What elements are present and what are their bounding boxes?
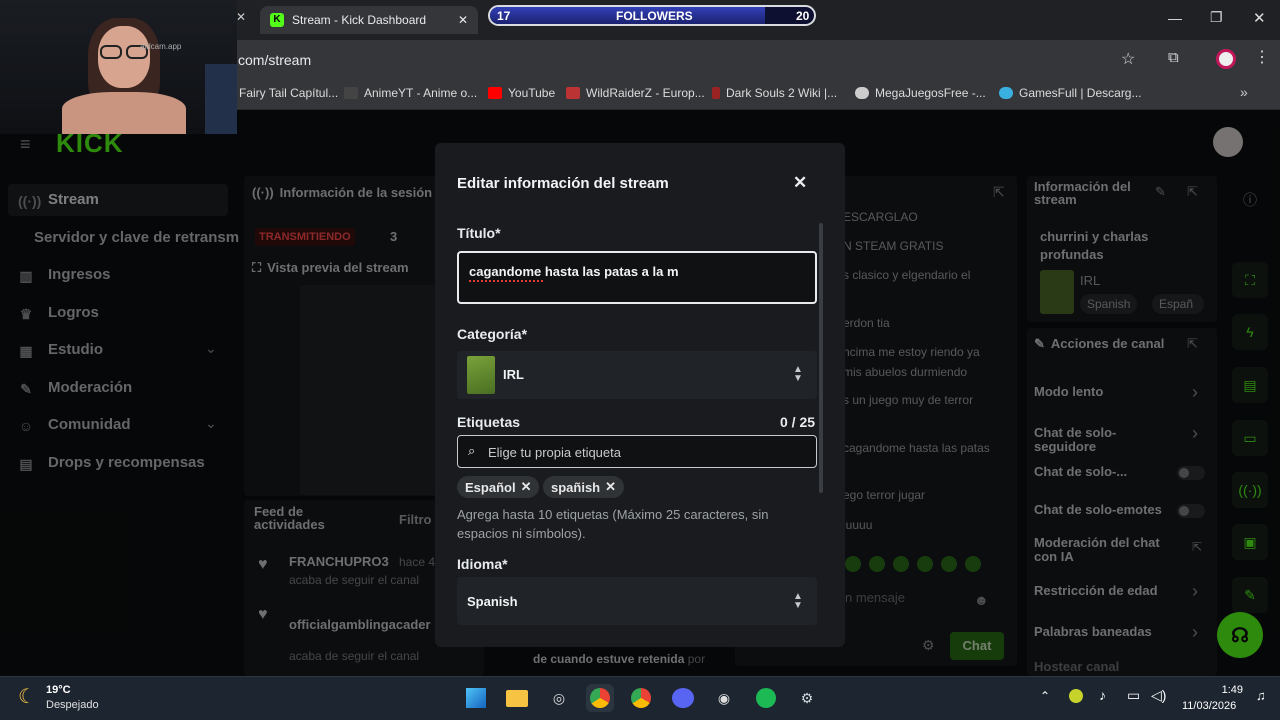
webcam-shoulders [62, 92, 186, 134]
bookmark-favicon-icon [712, 87, 720, 99]
tags-label: Etiquetas [457, 414, 521, 430]
category-value: IRL [503, 367, 524, 382]
volume-icon[interactable]: ◁) [1151, 687, 1166, 704]
weather-temp[interactable]: 19°C [46, 684, 71, 696]
app-icon[interactable]: ◎ [545, 684, 573, 712]
edit-stream-modal: Editar información del stream ✕ Título* … [435, 143, 845, 647]
profile-avatar[interactable] [1216, 49, 1236, 69]
bookmark-item[interactable]: YouTube [488, 86, 555, 100]
bookmark-item[interactable]: AnimeYT - Anime o... [344, 86, 477, 100]
tags-help-text: Agrega hasta 10 etiquetas (Máximo 25 car… [457, 507, 769, 541]
title-label: Título* [457, 225, 501, 241]
webcam-overlay: aidcam.app [0, 0, 237, 134]
chrome-active-icon[interactable] [586, 684, 614, 712]
windows-start-icon[interactable] [462, 684, 490, 712]
tab-title: Stream - Kick Dashboard [292, 13, 427, 27]
network-icon[interactable]: ▭ [1127, 687, 1140, 704]
prev-tab-close-icon[interactable]: ✕ [236, 10, 246, 24]
gamepad-icon [999, 87, 1013, 99]
followers-goal: 20 [796, 9, 810, 23]
tags-input[interactable]: ⌕ Elige tu propia etiqueta [457, 435, 817, 468]
webcam-watermark: aidcam.app [140, 42, 182, 51]
language-select[interactable]: Spanish ▲ ▼ [457, 577, 817, 625]
title-input[interactable]: cagandome hasta las patas a la m [457, 251, 817, 304]
window-close-icon[interactable]: ✕ [1253, 9, 1266, 27]
category-select[interactable]: IRL ▲ ▼ [457, 351, 817, 399]
tab-close-icon[interactable]: ✕ [458, 13, 468, 27]
spellcheck-underline [469, 280, 543, 282]
tags-placeholder: Elige tu propia etiqueta [488, 445, 621, 460]
select-arrows-icon: ▲ ▼ [793, 364, 803, 384]
notifications-icon[interactable]: ♫ [1256, 688, 1266, 703]
microphone-icon[interactable]: ♪ [1099, 687, 1106, 703]
steam-icon[interactable]: ⚙ [793, 684, 821, 712]
chrome-icon[interactable] [627, 684, 655, 712]
language-value: Spanish [467, 594, 518, 609]
search-icon: ⌕ [468, 443, 476, 458]
browser-menu-icon[interactable]: ⋮ [1254, 47, 1270, 67]
extensions-icon[interactable]: ⧉ [1168, 49, 1179, 66]
clock-time[interactable]: 1:49 [1203, 684, 1243, 696]
webcam-background-light [205, 64, 237, 134]
bookmark-item[interactable]: MegaJuegosFree -... [855, 86, 986, 100]
more-bookmarks-icon[interactable]: » [1240, 84, 1248, 100]
select-arrows-icon: ▲ ▼ [793, 591, 803, 611]
bookmark-item[interactable]: Dark Souls 2 Wiki |... [712, 86, 837, 100]
tag-chip-espanol: Español ✕ [457, 476, 540, 498]
app-icon[interactable]: ◉ [710, 684, 738, 712]
bookmark-item[interactable]: Fairy Tail Capítul... [239, 86, 338, 100]
youtube-icon [488, 87, 502, 99]
clock-date[interactable]: 11/03/2026 [1182, 700, 1236, 712]
followers-current: 17 [497, 9, 511, 23]
bookmark-favicon-icon [344, 87, 358, 99]
title-input-value: cagandome hasta las patas a la m [469, 264, 679, 279]
address-input[interactable]: com/stream [238, 52, 311, 68]
bookmark-favicon-icon [566, 87, 580, 99]
bookmark-item[interactable]: WildRaiderZ - Europ... [566, 86, 705, 100]
tray-overflow-icon[interactable]: ⌃ [1040, 689, 1050, 703]
gamepad-icon [855, 87, 869, 99]
tags-count: 0 / 25 [780, 414, 816, 430]
spotify-icon[interactable] [752, 684, 780, 712]
bookmark-star-icon[interactable]: ☆ [1121, 49, 1135, 69]
file-explorer-icon[interactable] [503, 684, 531, 712]
kick-favicon-icon: K [270, 13, 284, 27]
bookmark-item[interactable]: GamesFull | Descarg... [999, 86, 1141, 100]
tag-chip-spanish: spañish ✕ [543, 476, 625, 498]
followers-label: FOLLOWERS [616, 9, 693, 23]
weather-desc[interactable]: Despejado [46, 699, 99, 711]
remove-tag-icon[interactable]: ✕ [605, 479, 616, 495]
category-image [467, 356, 495, 394]
modal-scrollbar[interactable] [819, 223, 823, 493]
webcam-glasses [100, 45, 122, 59]
minimize-icon[interactable]: — [1168, 10, 1182, 26]
discord-icon[interactable] [669, 684, 697, 712]
modal-title: Editar información del stream [457, 175, 669, 192]
language-label: Idioma* [457, 556, 508, 572]
moon-icon: ☾ [18, 686, 36, 708]
category-label: Categoría* [457, 326, 528, 342]
followers-widget: 17 FOLLOWERS 20 [488, 5, 816, 26]
tray-app-icon[interactable] [1069, 689, 1083, 703]
maximize-icon[interactable]: ❐ [1210, 9, 1223, 26]
modal-close-icon[interactable]: ✕ [793, 173, 807, 193]
remove-tag-icon[interactable]: ✕ [521, 479, 532, 495]
browser-tab-active[interactable]: K Stream - Kick Dashboard ✕ [260, 6, 478, 34]
